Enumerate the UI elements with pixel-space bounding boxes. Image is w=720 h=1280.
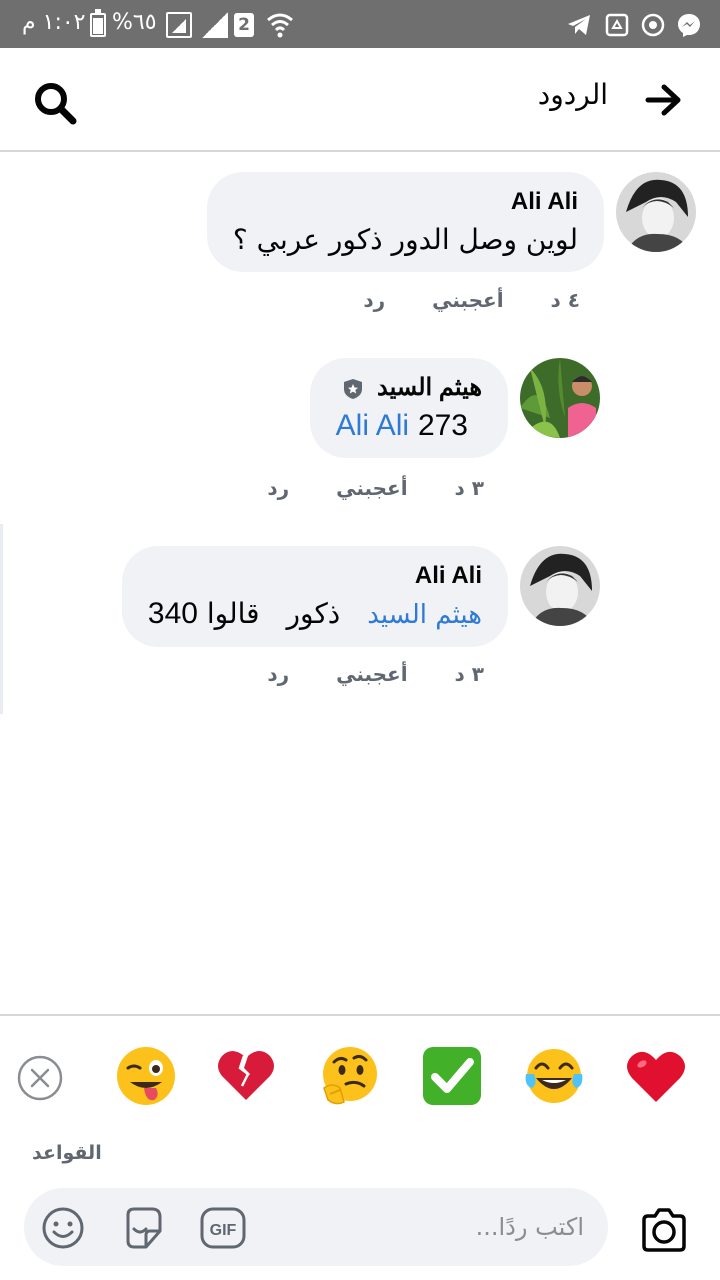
battery-percentage: %٦٥	[112, 10, 157, 35]
heart-icon[interactable]	[624, 1044, 688, 1108]
battery-icon	[90, 9, 106, 37]
comment-author[interactable]: هيثم السيد	[336, 370, 482, 406]
comment-time: ٣ د	[454, 662, 484, 686]
reply-button[interactable]: رد	[363, 288, 385, 312]
thread-line	[0, 524, 3, 714]
comment-word: ذكور	[286, 597, 341, 630]
like-button[interactable]: أعجبني	[432, 288, 504, 312]
comment-text: لوين وصل الدور ذكور عربي ؟	[232, 223, 578, 256]
comment-author[interactable]: Ali Ali	[148, 558, 482, 594]
broken-heart-icon[interactable]	[214, 1044, 278, 1108]
sim-indicator: 2	[234, 13, 254, 37]
camera-icon[interactable]	[638, 1204, 690, 1256]
thinking-face-icon[interactable]	[318, 1044, 382, 1108]
comment-actions: ٣ د أعجبني رد	[267, 476, 484, 500]
comment-bubble[interactable]: Ali Ali لوين وصل الدور ذكور عربي ؟	[206, 172, 604, 272]
comment-number: 273	[417, 409, 468, 442]
arrow-right-icon[interactable]	[644, 80, 684, 120]
mention-link[interactable]: هيثم السيد	[367, 600, 482, 630]
telegram-icon	[568, 15, 590, 35]
svg-text:GIF: GIF	[210, 1222, 237, 1239]
rules-link[interactable]: القواعد	[32, 1142, 102, 1164]
status-bar: ١:٠٢ م %٦٥ 2	[0, 0, 720, 48]
gif-icon[interactable]: GIF	[200, 1205, 246, 1251]
avatar[interactable]	[616, 172, 696, 252]
search-icon[interactable]	[32, 80, 78, 126]
comment-word: قالوا	[206, 597, 260, 630]
header: الردود	[0, 48, 720, 152]
comment-text: هيثم السيد ذكور قالوا 340	[148, 594, 482, 635]
divider	[0, 1014, 720, 1016]
status-time: ١:٠٢ م	[22, 10, 86, 35]
comment-number: 340	[147, 597, 198, 630]
comment-bubble[interactable]: هيثم السيد Ali Ali 273	[309, 358, 508, 458]
reply-input[interactable]	[344, 1208, 584, 1246]
reply-button[interactable]: رد	[267, 476, 289, 500]
signal-bars-icon	[202, 12, 228, 38]
emoji-icon[interactable]	[40, 1205, 86, 1251]
comment-actions: ٣ د أعجبني رد	[267, 662, 484, 686]
comment-text: Ali Ali 273	[336, 406, 482, 446]
comment-author[interactable]: Ali Ali	[233, 184, 578, 220]
wifi-icon	[267, 13, 293, 38]
like-button[interactable]: أعجبني	[336, 476, 408, 500]
reply-button[interactable]: رد	[267, 662, 289, 686]
close-icon[interactable]	[16, 1054, 64, 1102]
shield-star-icon	[344, 378, 363, 399]
recycle-icon	[605, 13, 629, 37]
reply-composer: GIF	[24, 1188, 608, 1266]
sticker-icon[interactable]	[120, 1205, 166, 1251]
avatar[interactable]	[520, 546, 600, 626]
check-mark-icon[interactable]	[420, 1044, 484, 1108]
like-button[interactable]: أعجبني	[336, 662, 408, 686]
comment-bubble[interactable]: Ali Ali هيثم السيد ذكور قالوا 340	[121, 546, 508, 647]
comment-time: ٤ د	[550, 288, 580, 312]
winking-tongue-icon[interactable]	[114, 1044, 178, 1108]
signal-icon	[166, 12, 192, 38]
mention-link[interactable]: Ali Ali	[336, 409, 409, 442]
avatar[interactable]	[520, 358, 600, 438]
comment-actions: ٤ د أعجبني رد	[363, 288, 580, 312]
messenger-icon	[678, 14, 700, 37]
power-icon	[641, 13, 665, 37]
tears-of-joy-icon[interactable]	[522, 1044, 586, 1108]
page-title: الردود	[537, 78, 608, 111]
comment-time: ٣ د	[454, 476, 484, 500]
